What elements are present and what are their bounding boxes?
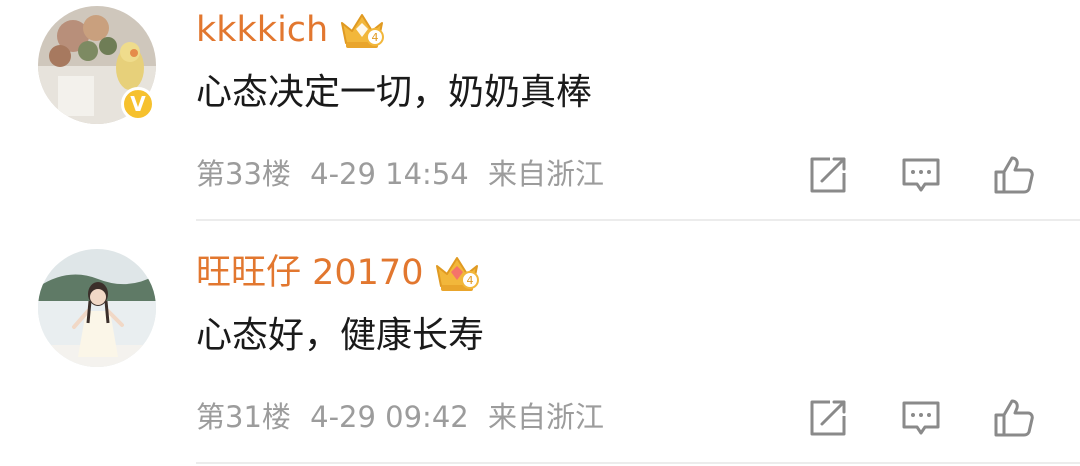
- like-icon: [994, 399, 1034, 437]
- username[interactable]: 旺旺仔 20170: [196, 247, 423, 299]
- reply-button[interactable]: [899, 396, 943, 440]
- reply-button[interactable]: [899, 153, 943, 197]
- repost-button[interactable]: [806, 153, 850, 197]
- username-row: 旺旺仔 20170 4: [196, 247, 481, 299]
- floor-number: 第31楼: [196, 400, 291, 434]
- verified-badge: V: [121, 87, 155, 121]
- divider: [196, 462, 1080, 464]
- floor-number: 第33楼: [196, 157, 291, 191]
- comment-text: 心态决定一切，奶奶真棒: [196, 72, 593, 113]
- crown-icon[interactable]: 4: [338, 9, 386, 51]
- location-source: 来自浙江: [487, 400, 604, 434]
- reply-icon: [902, 401, 940, 435]
- divider: [196, 219, 1080, 221]
- comment-text: 心态好，健康长寿: [196, 315, 485, 356]
- badge-level: 4: [467, 274, 474, 287]
- comment-meta: 第33楼 4-29 14:54 来自浙江: [196, 153, 604, 195]
- comment-meta: 第31楼 4-29 09:42 来自浙江: [196, 396, 604, 438]
- repost-button[interactable]: [806, 396, 850, 440]
- like-button[interactable]: [992, 153, 1036, 197]
- timestamp: 4-29 14:54: [310, 157, 469, 191]
- badge-level: 4: [372, 31, 379, 44]
- timestamp: 4-29 09:42: [310, 400, 469, 434]
- avatar[interactable]: [38, 249, 156, 367]
- username[interactable]: kkkkich: [196, 4, 328, 56]
- username-row: kkkkich 4: [196, 4, 386, 56]
- repost-icon: [810, 157, 846, 193]
- repost-icon: [810, 400, 846, 436]
- comment-item: 旺旺仔 20170 4 心态好，健康长寿 第31楼 4-29 09:42 来自浙…: [0, 233, 1080, 466]
- like-button[interactable]: [992, 396, 1036, 440]
- like-icon: [994, 156, 1034, 194]
- comment-item: V kkkkich 4 心态决定一切，奶奶真棒 第33楼 4-29 14:54 …: [0, 0, 1080, 233]
- reply-icon: [902, 158, 940, 192]
- location-source: 来自浙江: [487, 157, 604, 191]
- crown-icon[interactable]: 4: [433, 252, 481, 294]
